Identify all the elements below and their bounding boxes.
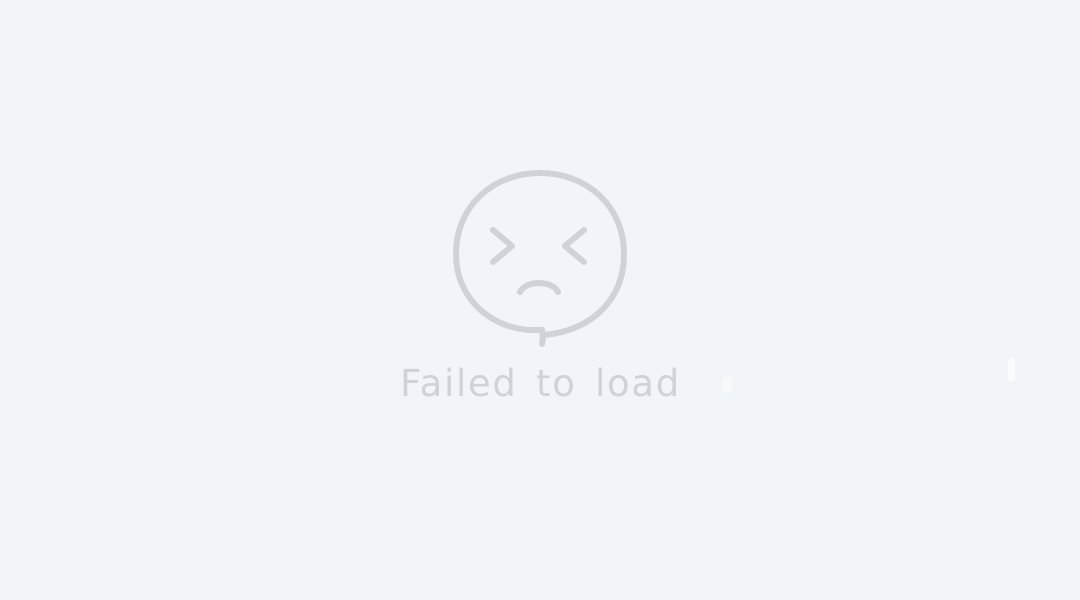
failed-to-load-message: Failed to load bbox=[400, 362, 681, 405]
load-error-screen: Failed to load bbox=[0, 0, 1080, 600]
faint-background-mark bbox=[1008, 358, 1015, 382]
sad-face-speech-bubble-icon bbox=[448, 166, 632, 350]
faint-background-mark bbox=[722, 377, 732, 393]
